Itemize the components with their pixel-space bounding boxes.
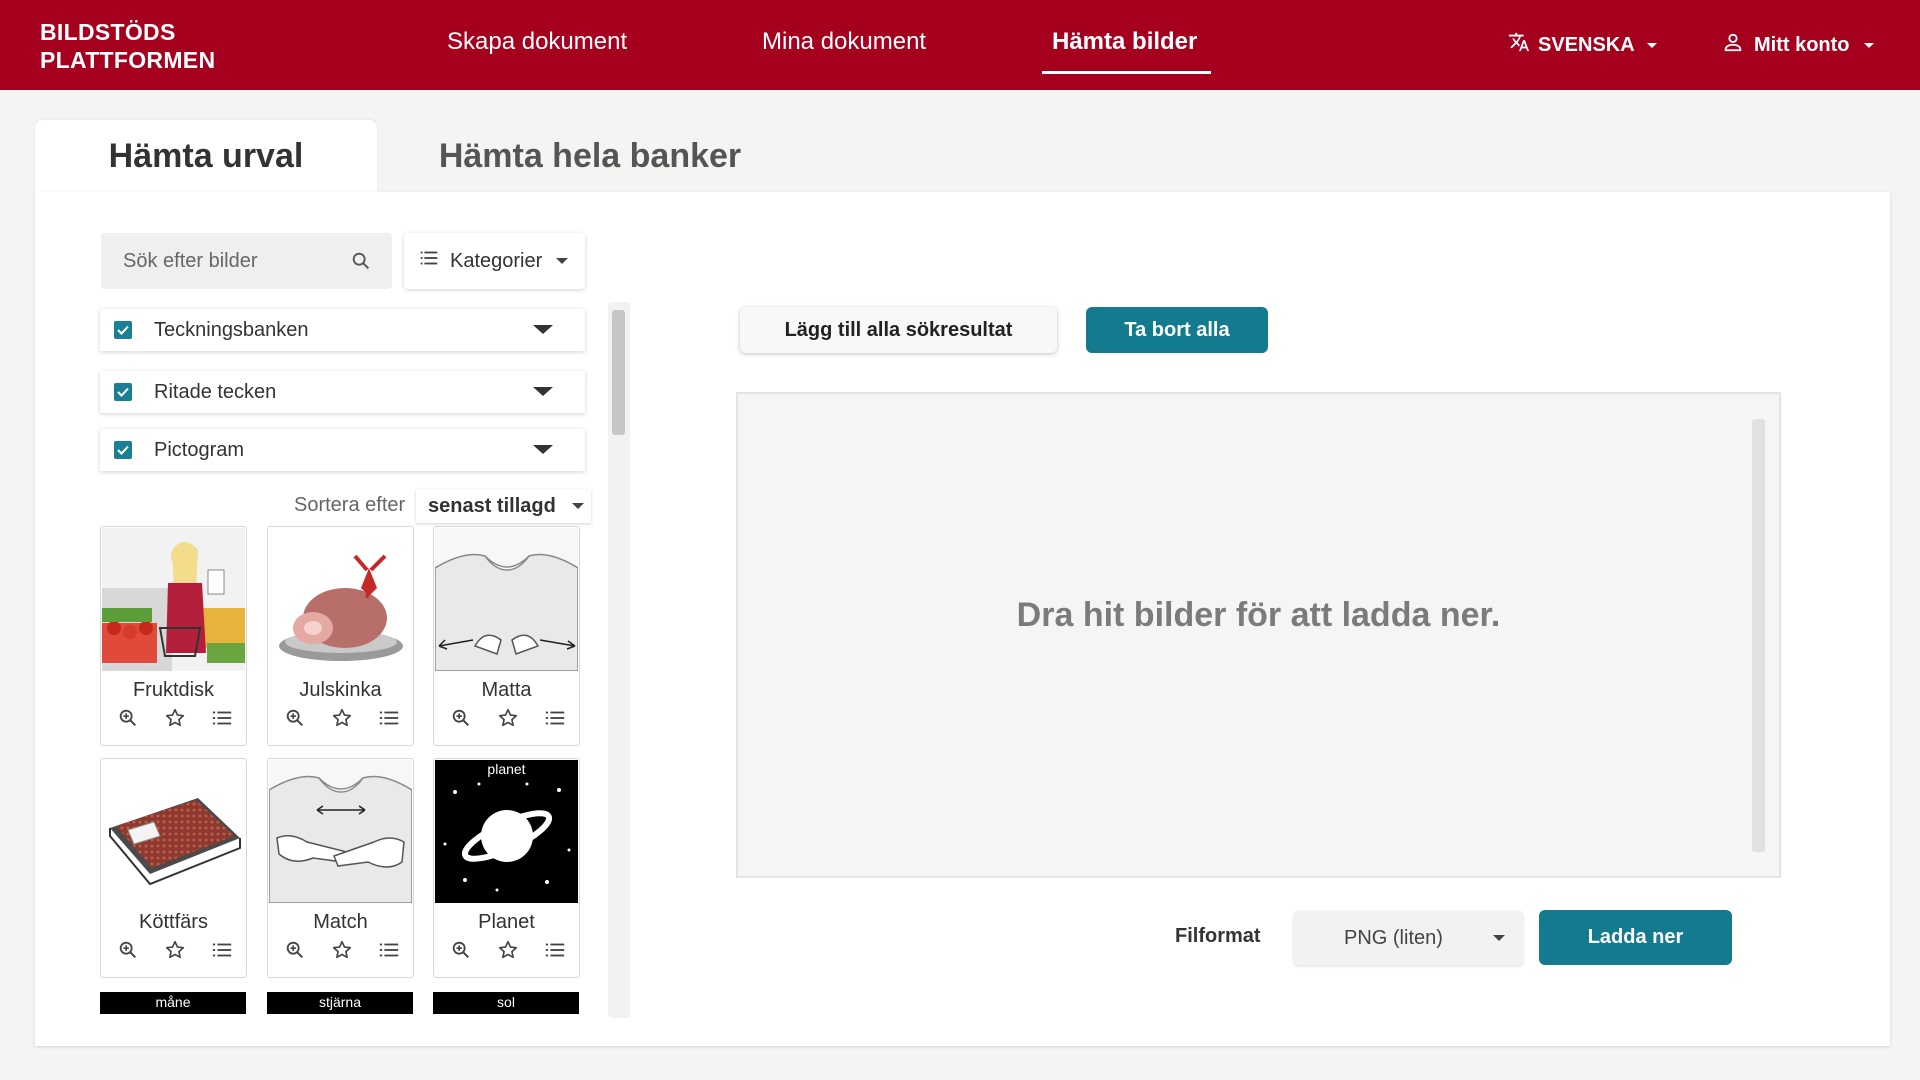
zoom-in-icon[interactable] <box>450 939 472 961</box>
chevron-down-icon <box>1493 935 1505 941</box>
tab-select-images[interactable]: Hämta urval <box>35 120 377 192</box>
logo-line-2: PLATTFORMEN <box>40 47 216 73</box>
star-icon[interactable] <box>331 939 353 961</box>
chevron-down-icon <box>556 258 569 264</box>
image-card-match[interactable]: Match <box>267 758 414 978</box>
bank-label: Ritade tecken <box>154 380 277 403</box>
image-label: Planet <box>478 911 535 933</box>
logo-line-1: BILDSTÖDS <box>40 19 176 45</box>
list-icon[interactable] <box>544 939 566 961</box>
nav-my-documents[interactable]: Mina dokument <box>762 28 926 56</box>
image-label: Fruktdisk <box>132 679 215 701</box>
card-actions <box>450 939 566 961</box>
file-format-value: PNG (liten) <box>1344 926 1443 949</box>
list-icon[interactable] <box>211 707 233 729</box>
dropzone-scrollbar[interactable] <box>1752 419 1765 852</box>
image-grid-scrollbar[interactable] <box>608 302 630 1018</box>
card-actions <box>117 939 233 961</box>
active-nav-underline <box>1042 71 1211 74</box>
account-label: Mitt konto <box>1754 33 1850 56</box>
star-icon[interactable] <box>497 939 519 961</box>
chevron-down-icon <box>1863 42 1874 48</box>
image-card-fruktdisk[interactable]: Fruktdisk <box>100 526 247 746</box>
file-format-label: Filformat <box>1175 925 1261 947</box>
sort-label: Sortera efter <box>294 494 406 516</box>
bank-teckningsbanken[interactable]: Teckningsbanken <box>100 309 585 351</box>
remove-all-button[interactable]: Ta bort alla <box>1086 307 1268 353</box>
expand-icon[interactable] <box>533 387 553 396</box>
bank-label: Pictogram <box>154 438 245 461</box>
image-card-planet[interactable]: planet Planet <box>433 758 580 978</box>
sort-select[interactable]: senast tillagd <box>416 489 591 523</box>
card-actions <box>117 707 233 729</box>
search-placeholder: Sök efter bilder <box>123 249 258 272</box>
star-icon[interactable] <box>331 707 353 729</box>
star-icon[interactable] <box>164 707 186 729</box>
translate-icon <box>1508 31 1530 59</box>
zoom-in-icon[interactable] <box>450 707 472 729</box>
download-button[interactable]: Ladda ner <box>1539 910 1732 965</box>
expand-icon[interactable] <box>533 445 553 454</box>
image-julskinka[interactable] <box>269 528 412 671</box>
download-dropzone[interactable]: Dra hit bilder för att ladda ner. <box>736 392 1781 878</box>
logo[interactable]: BILDSTÖDS PLATTFORMEN <box>40 18 215 74</box>
zoom-in-icon[interactable] <box>284 939 306 961</box>
categories-label: Kategorier <box>450 249 543 272</box>
nav-get-images[interactable]: Hämta bilder <box>1052 28 1197 56</box>
language-selector[interactable]: SVENSKA <box>1508 31 1657 59</box>
image-card-partial[interactable]: måne <box>100 992 246 1014</box>
nav-create-document[interactable]: Skapa dokument <box>447 28 627 56</box>
search-input[interactable]: Sök efter bilder <box>101 233 392 289</box>
account-menu[interactable]: Mitt konto <box>1722 31 1874 59</box>
checkbox-checked-icon[interactable] <box>114 321 132 339</box>
sort-value: senast tillagd <box>428 494 556 517</box>
expand-icon[interactable] <box>533 325 553 334</box>
search-icon[interactable] <box>350 250 372 278</box>
categories-dropdown[interactable]: Kategorier <box>404 233 585 289</box>
bank-ritade-tecken[interactable]: Ritade tecken <box>100 371 585 413</box>
chevron-down-icon <box>571 503 584 509</box>
pictogram-caption: planet <box>487 761 525 777</box>
zoom-in-icon[interactable] <box>117 707 139 729</box>
star-icon[interactable] <box>164 939 186 961</box>
image-card-kottfars[interactable]: Köttfärs <box>100 758 247 978</box>
top-navigation-bar: BILDSTÖDS PLATTFORMEN Skapa dokument Min… <box>0 0 1920 90</box>
star-icon[interactable] <box>497 707 519 729</box>
image-kottfars[interactable] <box>102 760 245 903</box>
image-card-julskinka[interactable]: Julskinka <box>267 526 414 746</box>
image-matta[interactable] <box>435 528 578 671</box>
bank-pictogram[interactable]: Pictogram <box>100 429 585 471</box>
list-icon[interactable] <box>378 939 400 961</box>
checkbox-checked-icon[interactable] <box>114 383 132 401</box>
list-icon[interactable] <box>544 707 566 729</box>
dropzone-text: Dra hit bilder för att ladda ner. <box>1016 596 1501 634</box>
list-icon[interactable] <box>378 707 400 729</box>
add-all-results-button[interactable]: Lägg till alla sökresultat <box>740 307 1057 353</box>
list-icon[interactable] <box>211 939 233 961</box>
image-card-matta[interactable]: Matta <box>433 526 580 746</box>
card-actions <box>450 707 566 729</box>
list-icon <box>418 247 440 275</box>
scrollbar-thumb[interactable] <box>612 310 625 435</box>
image-planet[interactable]: planet <box>435 760 578 903</box>
language-label: SVENSKA <box>1538 33 1635 56</box>
bank-label: Teckningsbanken <box>154 318 309 341</box>
image-label: Matta <box>481 679 532 701</box>
image-fruktdisk[interactable] <box>102 528 245 671</box>
image-label: Julskinka <box>299 679 382 701</box>
chevron-down-icon <box>1646 42 1657 48</box>
image-card-partial[interactable]: stjärna <box>267 992 413 1014</box>
image-match[interactable] <box>269 760 412 903</box>
user-icon <box>1722 31 1744 59</box>
file-format-select[interactable]: PNG (liten) <box>1294 911 1523 965</box>
tab-whole-banks[interactable]: Hämta hela banker <box>400 120 780 192</box>
checkbox-checked-icon[interactable] <box>114 441 132 459</box>
image-label: Match <box>313 911 368 933</box>
image-label: Köttfärs <box>139 911 208 933</box>
zoom-in-icon[interactable] <box>284 707 306 729</box>
card-actions <box>284 707 400 729</box>
image-card-partial[interactable]: sol <box>433 992 579 1014</box>
zoom-in-icon[interactable] <box>117 939 139 961</box>
card-actions <box>284 939 400 961</box>
